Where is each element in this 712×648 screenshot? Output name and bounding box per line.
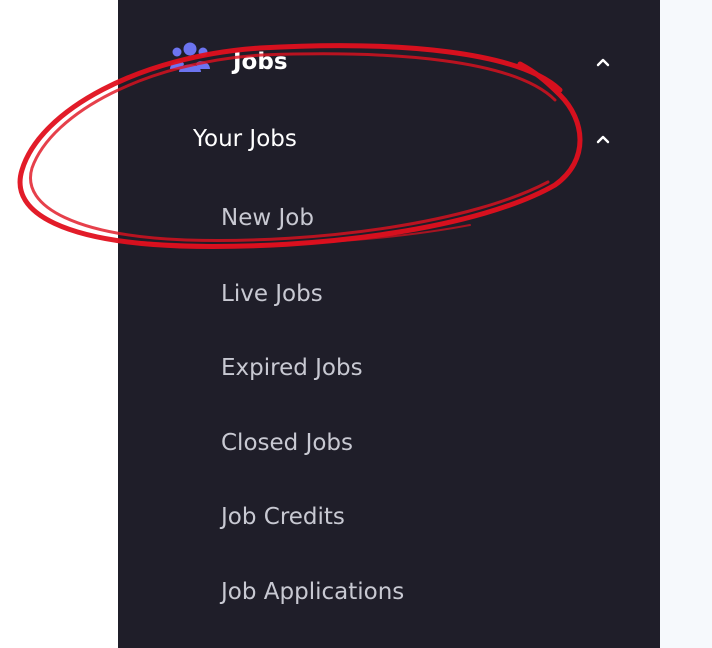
main-content-panel bbox=[660, 0, 712, 648]
sidebar-item-live-jobs[interactable]: Live Jobs bbox=[118, 274, 660, 314]
sidebar-item-job-credits[interactable]: Job Credits bbox=[118, 497, 660, 537]
sidebar-item-label: Jobs bbox=[233, 48, 288, 75]
sidebar-item-expired-jobs[interactable]: Expired Jobs bbox=[118, 348, 660, 388]
sidebar-item-jobs[interactable]: Jobs bbox=[118, 42, 660, 82]
left-background bbox=[0, 0, 110, 648]
sidebar-item-closed-jobs[interactable]: Closed Jobs bbox=[118, 423, 660, 463]
sidebar-item-label: Job Credits bbox=[221, 503, 345, 530]
sidebar-item-new-job[interactable]: New Job bbox=[118, 198, 660, 238]
chevron-up-icon[interactable] bbox=[592, 128, 614, 150]
chevron-up-icon[interactable] bbox=[592, 51, 614, 73]
page: Jobs Your Jobs New Job Live Jobs Expired… bbox=[0, 0, 712, 648]
sidebar-item-your-jobs[interactable]: Your Jobs bbox=[118, 119, 660, 159]
sidebar-item-label: Your Jobs bbox=[193, 125, 297, 152]
sidebar-item-label: New Job bbox=[221, 204, 314, 231]
sidebar-item-label: Expired Jobs bbox=[221, 354, 363, 381]
sidebar: Jobs Your Jobs New Job Live Jobs Expired… bbox=[118, 0, 660, 648]
sidebar-item-label: Closed Jobs bbox=[221, 429, 354, 456]
users-icon bbox=[170, 42, 210, 72]
sidebar-item-label: Job Applications bbox=[221, 578, 405, 605]
sidebar-item-label: Live Jobs bbox=[221, 280, 323, 307]
sidebar-item-job-applications[interactable]: Job Applications bbox=[118, 572, 660, 612]
